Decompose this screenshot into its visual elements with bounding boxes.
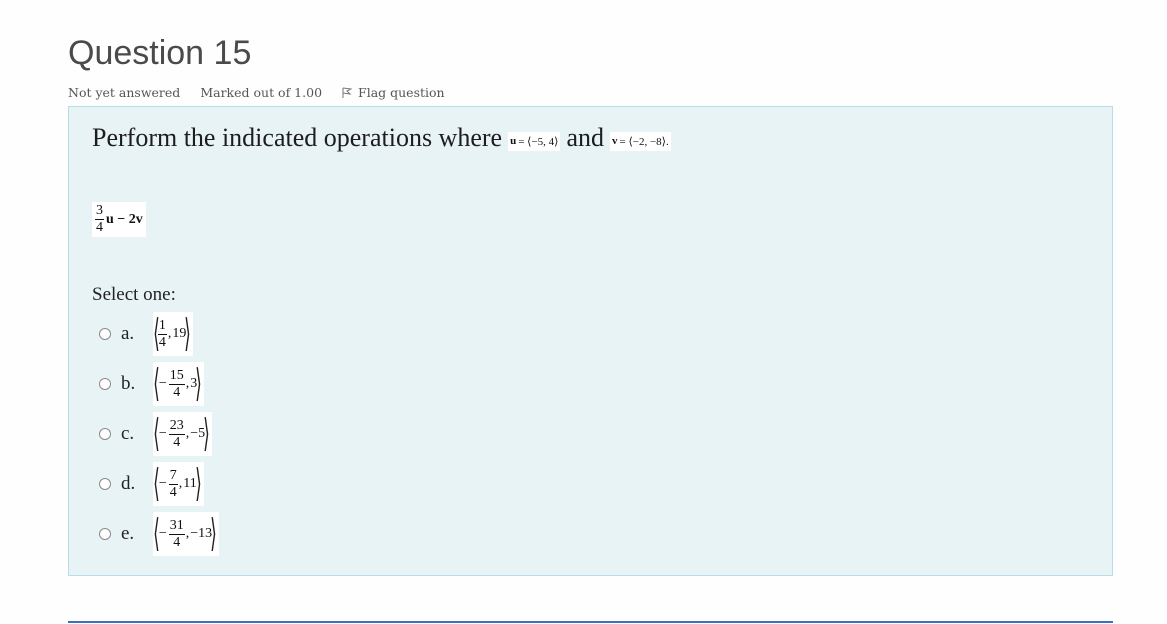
option-letter: a. [121,323,135,344]
footer-divider [68,621,1113,623]
option-fraction: 74 [168,467,178,500]
left-angle-bracket: ⟨ [153,313,160,355]
question-content-box: Perform the indicated operations where u… [68,106,1113,576]
flag-icon [342,87,353,98]
question-marks: Marked out of 1.00 [200,85,323,100]
option-letter: d. [121,473,136,494]
and-text: and [566,123,604,152]
right-angle-bracket: ⟩ [184,313,192,355]
comma: , [178,476,183,491]
left-angle-bracket: ⟨ [153,513,160,555]
answer-option[interactable]: b. ⟨ −15 4, 3 ⟩ [99,362,205,406]
option-second-component: −13 [190,526,213,541]
prompt-text: Perform the indicated operations where [92,123,503,152]
expression-rest: u − 2v [106,211,143,227]
radio-button[interactable] [99,528,111,540]
option-fraction: 31 4 [168,517,185,550]
question-title: Question 15 [68,34,252,72]
option-letter: e. [121,523,135,544]
answer-option[interactable]: e. ⟨ −31 4, −13 ⟩ [99,512,219,556]
right-angle-bracket: ⟩ [210,513,217,555]
option-vector: ⟨ −31 4, −13 ⟩ [153,512,219,556]
left-angle-bracket: ⟨ [153,463,160,505]
comma: , [167,326,172,341]
answer-option[interactable]: a. ⟨ 1 4, 19 ⟩ [99,312,194,356]
left-angle-bracket: ⟨ [153,413,160,455]
question-status: Not yet answered [68,85,181,100]
comma: , [185,376,190,391]
left-angle-bracket: ⟨ [153,363,160,405]
question-prompt: Perform the indicated operations where u… [92,123,677,153]
u-definition: u = ⟨−5, 4⟩ [508,131,561,151]
question-info: Not yet answered Marked out of 1.00 Flag… [68,85,445,100]
option-vector: ⟨ −7 4, 11 ⟩ [153,462,204,506]
option-fraction: 23 4 [168,417,185,450]
radio-button[interactable] [99,478,111,490]
flag-question-link[interactable]: Flag question [342,85,445,100]
answer-option[interactable]: c. ⟨ −23 4, −5 ⟩ [99,412,212,456]
flag-question-label: Flag question [358,85,445,100]
comma: , [185,526,190,541]
comma: , [185,426,190,441]
radio-button[interactable] [99,428,111,440]
v-label: v [612,135,618,147]
right-angle-bracket: ⟩ [194,463,202,505]
option-fraction: 15 4 [168,367,185,400]
radio-button[interactable] [99,378,111,390]
option-letter: b. [121,373,136,394]
right-angle-bracket: ⟩ [195,363,202,405]
u-label: u [510,135,517,147]
expression-fraction: 3 4 [95,203,104,235]
minus-sign: − [158,426,167,441]
v-value: = ⟨−2, −8⟩. [619,135,669,148]
v-definition: v = ⟨−2, −8⟩. [610,131,671,151]
option-vector: ⟨ −23 4, −5 ⟩ [153,412,212,456]
minus-sign: − [158,476,167,491]
option-vector: ⟨ 1 4, 19 ⟩ [153,312,194,356]
answer-option[interactable]: d. ⟨ −7 4, 11 ⟩ [99,462,204,506]
u-value: = ⟨−5, 4⟩ [518,135,559,148]
expression: 3 4 u − 2v [92,202,146,237]
right-angle-bracket: ⟩ [203,413,210,455]
option-letter: c. [121,423,135,444]
minus-sign: − [158,376,167,391]
radio-button[interactable] [99,328,111,340]
option-vector: ⟨ −15 4, 3 ⟩ [153,362,205,406]
select-one-label: Select one: [92,284,176,305]
minus-sign: − [158,526,167,541]
